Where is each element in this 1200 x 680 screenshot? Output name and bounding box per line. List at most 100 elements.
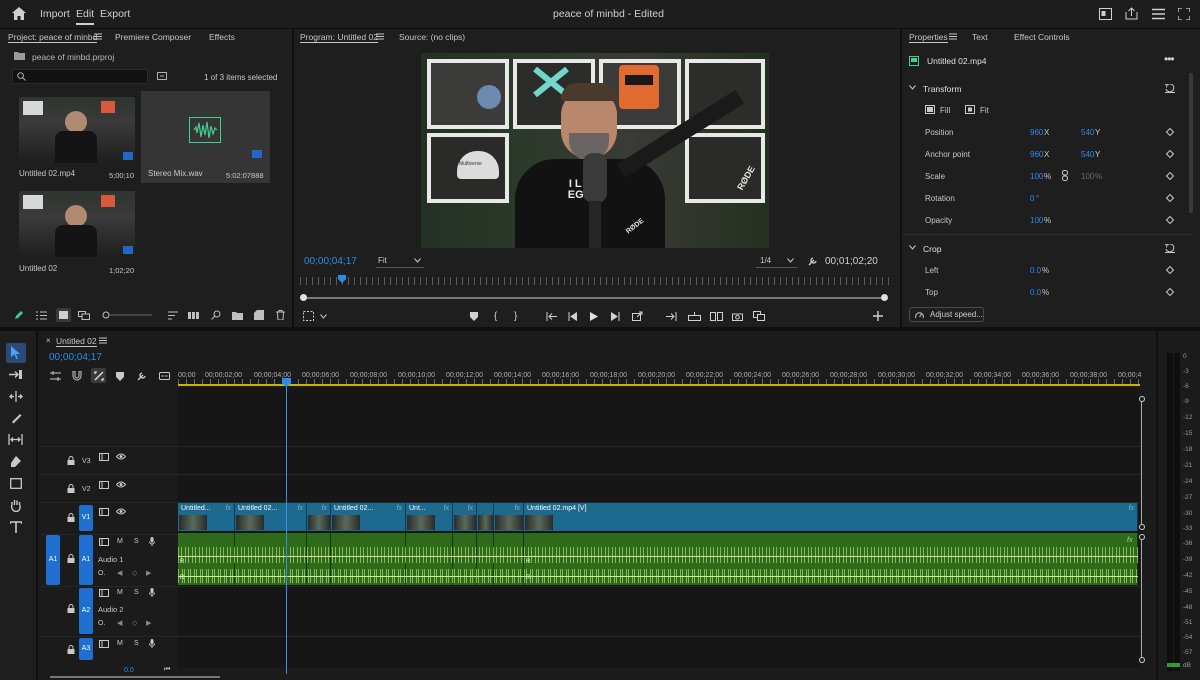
keyframe-diamond-icon[interactable] [1166, 150, 1174, 158]
position-x-value[interactable]: 960 [1030, 128, 1043, 137]
video-clip[interactable]: Untitled 02... fx [331, 503, 406, 531]
panel-menu-icon[interactable] [1152, 8, 1165, 20]
share-icon[interactable] [1125, 7, 1138, 20]
next-keyframe-icon[interactable]: ▶ [146, 619, 151, 627]
crop-top-value[interactable]: 0.0 [1030, 288, 1041, 297]
playhead-timecode[interactable]: 00;00;04;17 [304, 256, 357, 267]
volume-knob-icon[interactable]: O. [98, 570, 105, 577]
anchor-y-value[interactable]: 540 [1081, 150, 1094, 159]
mute-button[interactable]: M [117, 640, 123, 647]
safe-margins-icon[interactable] [303, 311, 314, 321]
go-to-out-icon[interactable] [632, 311, 643, 321]
hamburger-icon[interactable] [94, 33, 102, 40]
track-scroll-handle[interactable] [1139, 657, 1145, 663]
video-preview[interactable]: Multiverse I L VE EGGD RØDE RØDE [421, 53, 769, 248]
fill-button[interactable]: Fill [940, 106, 950, 115]
search-input[interactable] [12, 69, 148, 84]
pen-tool-icon[interactable] [10, 456, 22, 468]
find-icon[interactable] [211, 310, 221, 320]
sync-lock-icon[interactable] [99, 453, 109, 461]
hamburger-icon[interactable] [99, 337, 107, 344]
camera-icon[interactable] [732, 312, 743, 321]
lock-icon[interactable] [67, 484, 75, 493]
tab-effects[interactable]: Effects [209, 32, 235, 42]
mark-in-icon[interactable]: { [494, 311, 497, 322]
new-bin-icon[interactable] [232, 311, 243, 320]
captions-icon[interactable] [159, 372, 170, 380]
play-icon[interactable] [590, 312, 598, 321]
opacity-value[interactable]: 100 [1030, 216, 1043, 225]
hamburger-icon[interactable] [376, 33, 384, 40]
track-a3-badge[interactable]: A3 [79, 638, 93, 660]
zoom-scrollbar[interactable] [303, 297, 885, 299]
fit-dropdown[interactable]: Fit [376, 254, 424, 268]
razor-tool-icon[interactable] [10, 412, 22, 424]
add-keyframe-icon[interactable]: ◇ [132, 569, 137, 577]
new-item-icon[interactable] [254, 310, 264, 320]
add-marker-icon[interactable] [116, 372, 124, 381]
add-marker-icon[interactable] [470, 312, 478, 321]
add-keyframe-icon[interactable]: ◇ [132, 619, 137, 627]
microphone-icon[interactable] [149, 537, 155, 546]
work-area-bar[interactable] [178, 384, 1140, 386]
solo-button[interactable]: S [134, 538, 139, 545]
menu-edit[interactable]: Edit [76, 8, 95, 25]
track-scroll-handle[interactable] [1139, 524, 1145, 530]
next-keyframe-icon[interactable]: ▶ [146, 569, 151, 577]
trash-icon[interactable] [276, 310, 285, 320]
video-clip[interactable]: fx [307, 503, 331, 531]
fill-icon[interactable] [925, 105, 935, 114]
source-a1-badge[interactable]: A1 [46, 535, 60, 585]
eye-icon[interactable] [116, 481, 126, 488]
mute-button[interactable]: M [117, 538, 123, 545]
position-y-value[interactable]: 540 [1081, 128, 1094, 137]
more-options-icon[interactable]: ••• [1164, 52, 1175, 66]
new-bin-icon[interactable] [157, 72, 167, 80]
mark-out-icon[interactable]: } [514, 311, 517, 322]
list-item[interactable]: Untitled 02 1;02;20 [12, 186, 140, 278]
list-view-icon[interactable] [36, 311, 47, 320]
track-scroll-handle[interactable] [1139, 396, 1145, 402]
mute-button[interactable]: M [117, 589, 123, 596]
extract-icon[interactable] [710, 312, 723, 321]
sync-lock-icon[interactable] [99, 589, 109, 597]
transform-section-title[interactable]: Transform [923, 84, 961, 94]
reset-icon[interactable] [1165, 244, 1175, 253]
crop-section-title[interactable]: Crop [923, 244, 941, 254]
lock-icon[interactable] [67, 604, 75, 613]
keyframe-diamond-icon[interactable] [1166, 216, 1174, 224]
prev-keyframe-icon[interactable]: ◀ [117, 569, 122, 577]
insert-icon[interactable] [666, 312, 677, 321]
link-icon[interactable] [1062, 170, 1068, 181]
anchor-x-value[interactable]: 960 [1030, 150, 1043, 159]
nest-icon[interactable] [50, 371, 61, 381]
add-button-icon[interactable] [873, 311, 883, 321]
scrollbar-handle-left[interactable] [300, 294, 307, 301]
master-volume-value[interactable]: 0.0 [124, 667, 134, 674]
video-clip[interactable]: fx [494, 503, 524, 531]
step-back-icon[interactable] [568, 312, 577, 321]
video-clip[interactable]: fx [453, 503, 477, 531]
tab-properties[interactable]: Properties [909, 32, 948, 43]
fit-icon[interactable] [965, 105, 975, 114]
keyframe-diamond-icon[interactable] [1166, 194, 1174, 202]
sync-lock-icon[interactable] [99, 481, 109, 489]
track-a1-badge[interactable]: A1 [79, 535, 93, 585]
go-to-end-icon[interactable]: ⏮ [164, 666, 170, 674]
eye-icon[interactable] [116, 453, 126, 460]
fullscreen-icon[interactable] [1178, 8, 1190, 20]
lift-icon[interactable] [688, 312, 701, 321]
chevron-down-icon[interactable] [909, 85, 916, 90]
go-to-in-icon[interactable] [546, 312, 557, 321]
tab-project[interactable]: Project: peace of minbd [8, 32, 98, 43]
zoom-slider[interactable] [102, 311, 152, 319]
home-icon[interactable] [12, 7, 26, 20]
sync-lock-icon[interactable] [99, 508, 109, 516]
crop-left-value[interactable]: 0.0 [1030, 266, 1041, 275]
sort-icon[interactable] [168, 311, 178, 320]
prev-keyframe-icon[interactable]: ◀ [117, 619, 122, 627]
wrench-icon[interactable] [137, 371, 147, 381]
comparison-view-icon[interactable] [753, 311, 765, 321]
video-clip[interactable]: Unt... fx [406, 503, 453, 531]
slip-tool-icon[interactable] [8, 434, 23, 445]
